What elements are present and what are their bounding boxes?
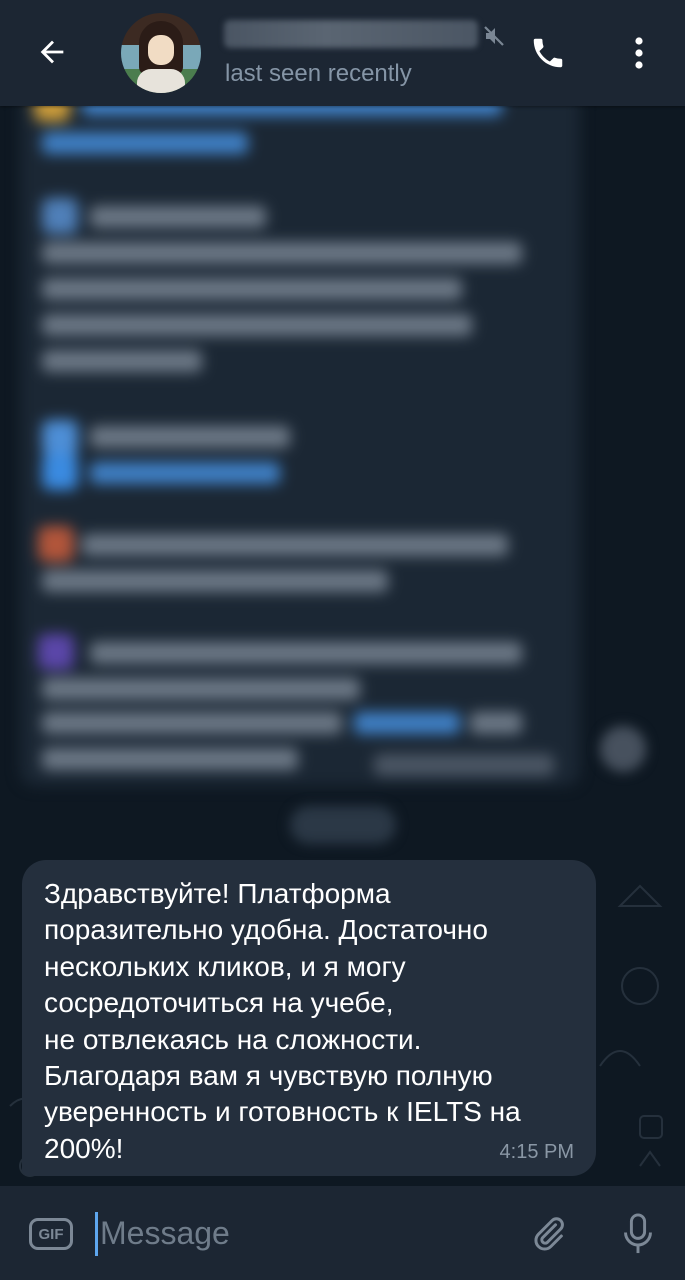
contact-name[interactable] [224, 20, 478, 48]
blurred-line [42, 748, 298, 770]
message-time: 4:15 PM [499, 1141, 574, 1163]
muted-speaker-icon [482, 24, 506, 48]
blurred-line [42, 132, 248, 154]
blurred-line [82, 534, 508, 556]
blurred-line [42, 712, 342, 734]
blurred-line [42, 350, 202, 372]
blurred-line [90, 642, 522, 664]
blurred-line [90, 206, 266, 228]
blurred-emoji [38, 526, 74, 562]
blurred-line [42, 278, 462, 300]
contact-avatar[interactable] [121, 13, 201, 93]
blurred-date-chip [290, 806, 396, 844]
blurred-forwarded-post [20, 106, 580, 786]
blurred-line [90, 462, 280, 484]
blurred-line [42, 314, 472, 336]
avatar-body [137, 69, 185, 93]
gif-button[interactable]: GIF [26, 1214, 76, 1254]
more-menu-button[interactable] [622, 29, 656, 77]
text-caret [95, 1212, 98, 1256]
gif-label: GIF [38, 1225, 64, 1243]
blurred-line [354, 712, 460, 734]
received-message-bubble[interactable]: Здравствуйте! Платформа поразительно удо… [22, 860, 596, 1176]
paperclip-icon [534, 1217, 564, 1251]
chat-area[interactable]: Здравствуйте! Платформа поразительно удо… [0, 106, 685, 1186]
message-composer: GIF [0, 1186, 685, 1280]
contact-status: last seen recently [225, 60, 412, 87]
arrow-left-icon [40, 40, 64, 64]
blurred-forward-button[interactable] [600, 726, 646, 772]
message-text: Здравствуйте! Платформа поразительно удо… [44, 878, 521, 1164]
blurred-line [42, 242, 522, 264]
blurred-line [90, 426, 290, 448]
blurred-emoji [42, 198, 78, 234]
blurred-line [374, 754, 554, 776]
blurred-line [470, 712, 522, 734]
blurred-emoji [42, 454, 78, 490]
avatar-face [148, 35, 174, 65]
call-button[interactable] [526, 29, 570, 77]
blurred-emoji [38, 634, 74, 670]
message-input[interactable] [100, 1210, 510, 1256]
phone-icon [533, 38, 563, 68]
microphone-icon [624, 1213, 652, 1254]
microphone-button[interactable] [614, 1208, 662, 1260]
blurred-emoji [42, 420, 78, 456]
gif-icon: GIF [29, 1218, 73, 1250]
blurred-line [82, 106, 502, 116]
blurred-line [42, 570, 388, 592]
attach-button[interactable] [524, 1210, 572, 1258]
back-button[interactable] [28, 28, 76, 76]
blurred-line [42, 678, 360, 700]
more-vertical-icon [635, 37, 643, 69]
chat-header: last seen recently [0, 0, 685, 106]
blurred-emoji [34, 106, 70, 122]
